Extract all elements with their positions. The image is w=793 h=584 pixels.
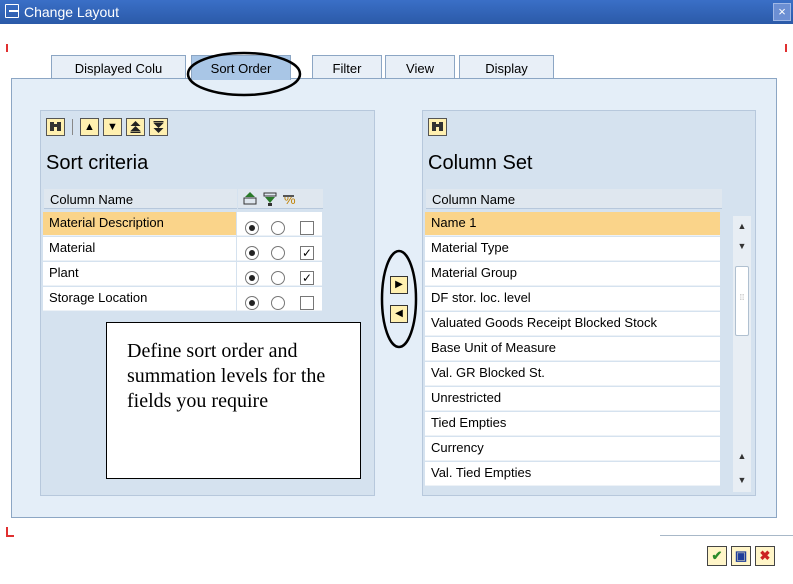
corner-mark — [6, 44, 8, 52]
move-buttons-highlight-ellipse — [380, 249, 418, 349]
column-set-row[interactable]: DF stor. loc. level — [425, 287, 720, 311]
scroll-down-icon[interactable]: ▼ — [734, 472, 750, 488]
ascending-radio[interactable] — [245, 246, 259, 260]
tab-label: Display — [485, 61, 528, 76]
scroll-thumb[interactable]: ⁞⁞ — [735, 266, 749, 336]
column-set-row[interactable]: Currency — [425, 437, 720, 461]
tab-filter[interactable]: Filter — [312, 55, 382, 80]
column-set-row[interactable]: Material Group — [425, 262, 720, 286]
move-top-icon[interactable] — [126, 118, 145, 136]
tab-label: Displayed Colu — [74, 61, 163, 76]
column-set-scrollbar[interactable]: ▲ ▼ ⁞⁞ ▲ ▼ — [733, 216, 751, 492]
sort-row[interactable]: Plant — [43, 262, 236, 286]
corner-mark — [6, 535, 14, 537]
tab-displayed-columns[interactable]: Displayed Colu — [51, 55, 186, 80]
column-set-row[interactable]: Base Unit of Measure — [425, 337, 720, 361]
descending-radio[interactable] — [271, 246, 285, 260]
column-set-row[interactable]: Name 1 — [425, 212, 720, 236]
find-icon[interactable] — [428, 118, 447, 136]
save-button[interactable]: ▣ — [731, 546, 751, 566]
ascending-radio[interactable] — [245, 221, 259, 235]
descending-icon — [263, 192, 277, 206]
tab-highlight-ellipse — [186, 51, 302, 97]
subtotal-checkbox[interactable] — [300, 296, 314, 310]
subtotal-checkbox[interactable] — [300, 221, 314, 235]
scroll-up-icon[interactable]: ▲ — [734, 218, 750, 234]
svg-text:%: % — [284, 192, 296, 207]
move-bottom-icon[interactable] — [149, 118, 168, 136]
cancel-button[interactable]: ✖ — [755, 546, 775, 566]
column-name-header[interactable]: Column Name — [426, 189, 722, 209]
find-icon[interactable] — [46, 118, 65, 136]
column-set-row[interactable]: Valuated Goods Receipt Blocked Stock — [425, 312, 720, 336]
move-up-icon[interactable]: ▲ — [80, 118, 99, 136]
subtotal-icon: % — [283, 192, 296, 207]
window-titlebar: Change Layout × — [0, 0, 793, 24]
subtotal-checkbox[interactable]: ✓ — [300, 271, 314, 285]
descending-radio[interactable] — [271, 271, 285, 285]
sort-toolbar: ▲ ▼ — [41, 111, 168, 143]
toolbar-separator — [72, 119, 73, 135]
ascending-radio[interactable] — [245, 271, 259, 285]
descending-radio[interactable] — [271, 221, 285, 235]
tab-display[interactable]: Display — [459, 55, 554, 80]
column-set-row[interactable]: Material Type — [425, 237, 720, 261]
descending-radio[interactable] — [271, 296, 285, 310]
column-set-title: Column Set — [428, 152, 533, 174]
corner-mark — [785, 44, 787, 52]
subtotal-checkbox[interactable]: ✓ — [300, 246, 314, 260]
close-icon[interactable]: × — [773, 3, 791, 21]
column-set-toolbar — [423, 111, 447, 143]
scroll-up-icon[interactable]: ▲ — [734, 448, 750, 464]
annotation-callout: Define sort order and summation levels f… — [106, 322, 361, 479]
sort-row[interactable]: Material Description — [43, 212, 236, 236]
window-title: Change Layout — [24, 4, 119, 20]
sort-row[interactable]: Material — [43, 237, 236, 261]
sort-icons-header: % — [238, 189, 323, 209]
tab-label: Filter — [332, 61, 362, 76]
sort-row[interactable]: Storage Location — [43, 287, 236, 311]
footer-divider — [660, 535, 793, 536]
scroll-down-icon[interactable]: ▼ — [734, 238, 750, 254]
tab-label: View — [406, 61, 434, 76]
sort-criteria-title: Sort criteria — [46, 152, 149, 174]
tab-view[interactable]: View — [385, 55, 455, 80]
confirm-button[interactable]: ✔ — [707, 546, 727, 566]
column-set-row[interactable]: Val. Tied Empties — [425, 462, 720, 486]
ascending-radio[interactable] — [245, 296, 259, 310]
move-down-icon[interactable]: ▼ — [103, 118, 122, 136]
column-name-header[interactable]: Column Name — [44, 189, 237, 209]
ascending-icon — [243, 192, 257, 205]
column-set-row[interactable]: Unrestricted — [425, 387, 720, 411]
column-set-row[interactable]: Val. GR Blocked St. — [425, 362, 720, 386]
column-set-row[interactable]: Tied Empties — [425, 412, 720, 436]
change-layout-icon — [5, 4, 19, 18]
